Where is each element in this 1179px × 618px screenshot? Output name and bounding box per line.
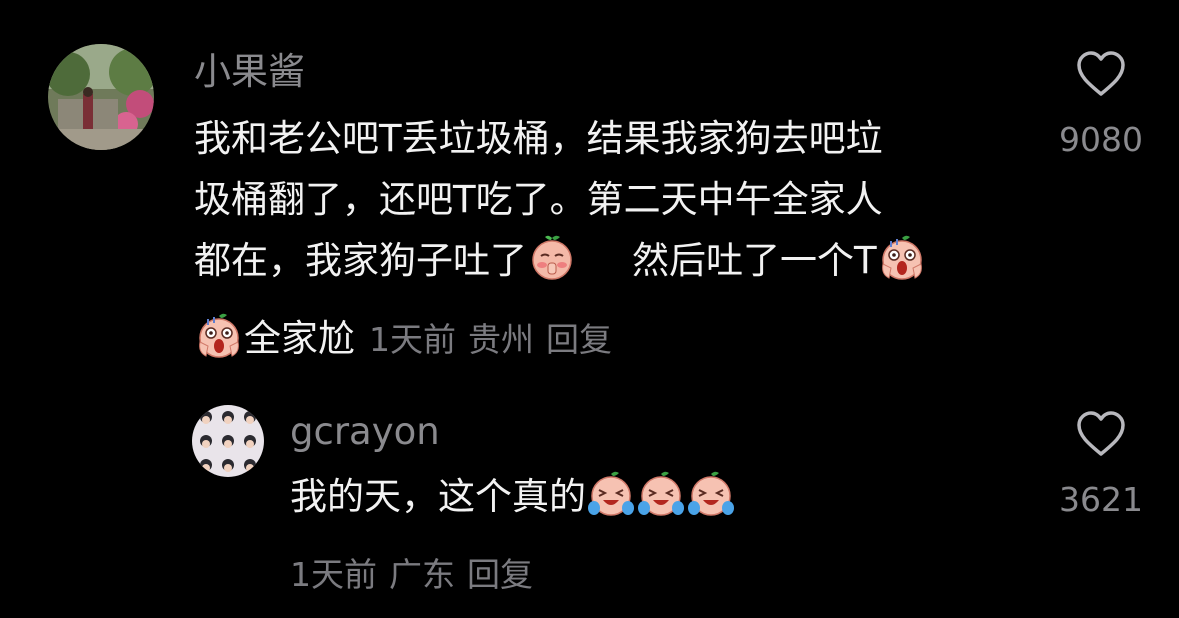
comment-text-line: 全家尬 1天前 贵州 回复 [194,308,624,369]
comment-location: 贵州 [468,320,534,359]
avatar[interactable] [48,44,154,150]
crying-laugh-emoji-icon [686,468,736,518]
comment-meta: 1天前 广东 回复 [290,548,545,596]
comment-location: 广东 [389,555,455,594]
comment-text-segment: 都在，我家狗子吐了 [194,239,527,282]
avatar[interactable] [192,405,264,477]
comment-text-segment: 然后吐了一个T [632,239,877,282]
comment-username[interactable]: gcrayon [290,410,440,454]
comment-text-line: 圾桶翻了，还吧T吃了。第二天中午全家人 [194,178,883,221]
like-count: 9080 [1059,120,1143,159]
like-button[interactable]: 3621 [1046,410,1156,519]
comment-body-last-line: 全家尬 1天前 贵州 回复 [194,308,624,369]
heart-outline-icon[interactable] [1075,410,1127,458]
crying-laugh-emoji-icon [586,468,636,518]
comment-thread: 小果酱 我和老公吧T丢垃圾桶，结果我家狗去吧垃 圾桶翻了，还吧T吃了。第二天中午… [0,0,1179,618]
comment-text-segment: 我的天，这个真的 [290,475,586,518]
heart-outline-icon[interactable] [1075,50,1127,98]
comment-body-continuation: 然后吐了一个T [632,230,927,291]
comment-text-line: 我和老公吧T丢垃圾桶，结果我家狗去吧垃 [194,117,883,160]
reply-button[interactable]: 回复 [546,320,612,359]
crying-laugh-emoji-icon [636,468,686,518]
comment-text-line: 我的天，这个真的 [290,466,736,527]
comment-time: 1天前 [369,320,456,359]
comment-username[interactable]: 小果酱 [194,50,305,94]
comment-text-segment: 全家尬 [244,317,355,360]
scream-emoji-icon [877,232,927,282]
reply-button[interactable]: 回复 [467,555,533,594]
comment-meta: 1天前 贵州 回复 [369,320,624,359]
like-button[interactable]: 9080 [1046,50,1156,159]
comment-time: 1天前 [290,555,377,594]
comment-body: 我的天，这个真的 [290,466,736,527]
scream-emoji-icon [194,310,244,360]
comment-text-line: 然后吐了一个T [632,230,927,291]
shy-emoji-icon [527,232,577,282]
like-count: 3621 [1059,480,1143,519]
